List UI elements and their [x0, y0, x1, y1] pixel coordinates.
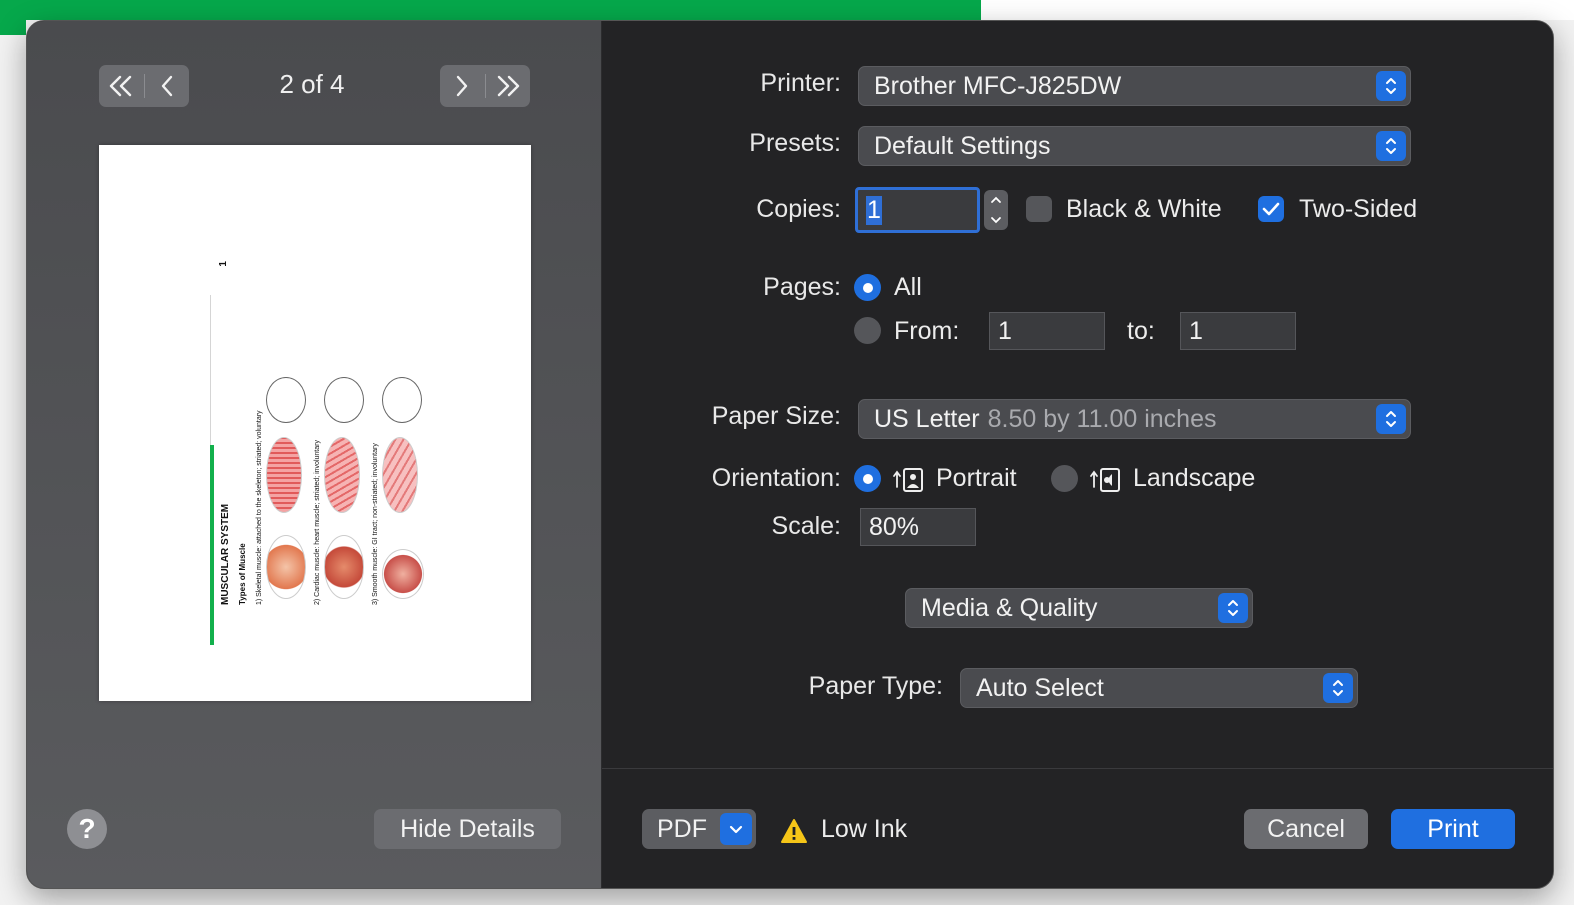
black-white-checkbox[interactable] [1026, 196, 1052, 222]
muscle-illustration [382, 437, 418, 513]
next-page-button[interactable] [440, 65, 485, 107]
preview-title: MUSCULAR SYSTEM [220, 503, 231, 605]
portrait-orientation-icon [893, 468, 923, 492]
double-chevron-right-icon [497, 75, 519, 97]
last-page-button[interactable] [486, 65, 531, 107]
pdf-label: PDF [657, 814, 707, 843]
muscle-illustration [324, 535, 364, 599]
page-indicator: 2 of 4 [279, 69, 345, 99]
preview-row: 1) Skeletal muscle: attached to the skel… [256, 410, 263, 605]
presets-value: Default Settings [874, 131, 1051, 160]
settings-pane: Printer: Brother MFC-J825DW Presets: Def… [602, 21, 1553, 888]
print-dialog: 2 of 4 1 MUSCULAR SYSTEM Types of Muscle… [26, 20, 1554, 889]
cancel-button[interactable]: Cancel [1244, 809, 1368, 849]
pages-from-value: 1 [998, 316, 1012, 345]
hide-details-button[interactable]: Hide Details [374, 809, 561, 849]
paper-size-label: Paper Size: [711, 402, 841, 430]
background-app-strip [0, 20, 26, 35]
updown-arrows-icon [1376, 131, 1406, 161]
section-menu-value: Media & Quality [921, 593, 1098, 622]
black-white-label: Black & White [1066, 195, 1222, 223]
landscape-orientation-icon [1090, 468, 1120, 492]
chevron-up-icon [991, 196, 1001, 203]
printer-value: Brother MFC-J825DW [874, 71, 1122, 100]
warning-icon [781, 819, 807, 843]
updown-arrows-icon [1218, 593, 1248, 623]
updown-arrows-icon [1376, 404, 1406, 434]
pdf-menu-button[interactable]: PDF [642, 809, 756, 849]
scale-input[interactable]: 80% [860, 508, 976, 546]
scale-label: Scale: [771, 512, 841, 540]
paper-size-select[interactable]: US Letter 8.50 by 11.00 inches [858, 399, 1411, 439]
muscle-illustration [266, 377, 306, 423]
muscle-illustration [382, 549, 424, 599]
orientation-label: Orientation: [711, 464, 841, 492]
chevron-down-icon [991, 217, 1001, 224]
landscape-label: Landscape [1133, 464, 1256, 492]
muscle-illustration [324, 377, 364, 423]
updown-arrows-icon [1376, 71, 1406, 101]
chevron-right-icon [457, 75, 468, 97]
presets-select[interactable]: Default Settings [858, 126, 1411, 166]
low-ink-warning: Low Ink [821, 815, 908, 843]
pages-to-value: 1 [1189, 316, 1203, 345]
scale-value: 80% [869, 512, 920, 541]
page-preview: 1 MUSCULAR SYSTEM Types of Muscle 1) Ske… [99, 145, 531, 701]
pages-from-label: From: [894, 317, 960, 345]
preview-subtitle: Types of Muscle [238, 543, 247, 605]
preview-forward-nav [440, 65, 530, 107]
paper-size-detail: 8.50 by 11.00 inches [987, 404, 1217, 433]
copies-label: Copies: [756, 195, 841, 223]
orientation-portrait-radio[interactable] [854, 465, 881, 492]
paper-type-value: Auto Select [976, 673, 1104, 702]
chevron-down-icon [720, 813, 752, 845]
pages-to-input[interactable]: 1 [1180, 312, 1296, 350]
two-sided-checkbox[interactable] [1258, 196, 1284, 222]
pages-all-label: All [894, 273, 922, 301]
muscle-illustration [382, 377, 422, 423]
pages-from-radio[interactable] [854, 317, 881, 344]
preview-row: 2) Cardiac muscle: heart muscle; striate… [314, 440, 321, 605]
pages-all-radio[interactable] [854, 274, 881, 301]
copies-stepper[interactable] [984, 190, 1008, 230]
printer-label: Printer: [760, 69, 841, 97]
checkmark-icon [1262, 202, 1280, 216]
pages-from-input[interactable]: 1 [989, 312, 1105, 350]
paper-size-value: US Letter [874, 404, 980, 433]
preview-green-bar [210, 445, 214, 645]
previous-page-button[interactable] [145, 65, 190, 107]
preview-row: 3) Smooth muscle: GI tract; non-striated… [372, 443, 379, 605]
updown-arrows-icon [1323, 673, 1353, 703]
preview-back-nav [99, 65, 189, 107]
help-button[interactable]: ? [67, 809, 107, 849]
double-chevron-left-icon [110, 75, 132, 97]
first-page-button[interactable] [99, 65, 144, 107]
muscle-illustration [324, 437, 360, 513]
pages-to-label: to: [1127, 317, 1155, 345]
chevron-left-icon [161, 75, 172, 97]
preview-page-number: 1 [218, 261, 229, 267]
background-app-bar [0, 0, 981, 20]
background-app-bar-right [981, 0, 1574, 20]
muscle-illustration [266, 437, 302, 513]
two-sided-label: Two-Sided [1299, 195, 1418, 223]
portrait-label: Portrait [936, 464, 1017, 492]
paper-type-select[interactable]: Auto Select [960, 668, 1358, 708]
preview-pane: 2 of 4 1 MUSCULAR SYSTEM Types of Muscle… [27, 21, 602, 888]
copies-value: 1 [866, 195, 882, 225]
presets-label: Presets: [749, 129, 841, 157]
printer-select[interactable]: Brother MFC-J825DW [858, 66, 1411, 106]
print-button[interactable]: Print [1391, 809, 1515, 849]
preview-page-content: 1 MUSCULAR SYSTEM Types of Muscle 1) Ske… [204, 245, 444, 645]
footer-divider [602, 768, 1553, 769]
copies-input[interactable]: 1 [855, 187, 980, 233]
pages-label: Pages: [763, 273, 841, 301]
orientation-landscape-radio[interactable] [1051, 465, 1078, 492]
muscle-illustration [266, 535, 306, 599]
paper-type-label: Paper Type: [808, 672, 943, 700]
section-menu-select[interactable]: Media & Quality [905, 588, 1253, 628]
